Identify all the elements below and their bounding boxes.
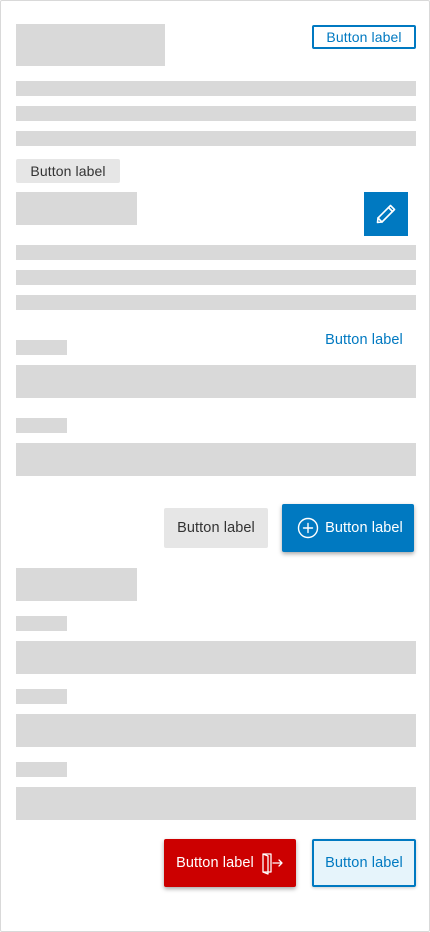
edit-button[interactable]: [364, 192, 408, 236]
field-label-placeholder: [16, 689, 67, 704]
screen-frame: Button label Button label Button label B…: [0, 0, 430, 932]
exit-button-label: Button label: [176, 855, 254, 871]
input-field-placeholder[interactable]: [16, 365, 416, 398]
outline-button[interactable]: Button label: [312, 839, 416, 887]
pencil-icon: [374, 202, 398, 226]
input-field-placeholder[interactable]: [16, 787, 416, 820]
outline-button-label: Button label: [325, 855, 403, 871]
text-line-placeholder: [16, 106, 416, 121]
field-label-placeholder: [16, 762, 67, 777]
text-line-placeholder: [16, 270, 416, 285]
chip-button-label: Button label: [30, 163, 106, 179]
header-action-label: Button label: [326, 29, 402, 45]
link-button-label: Button label: [325, 332, 403, 348]
chip-button[interactable]: Button label: [16, 159, 120, 183]
secondary-button[interactable]: Button label: [164, 508, 268, 548]
exit-button[interactable]: Button label: [164, 839, 296, 887]
title-placeholder: [16, 24, 165, 66]
plus-circle-icon: [297, 517, 319, 539]
text-line-placeholder: [16, 131, 416, 146]
header-action-button[interactable]: Button label: [312, 25, 416, 49]
input-field-placeholder[interactable]: [16, 641, 416, 674]
add-button-label: Button label: [325, 520, 403, 536]
add-button[interactable]: Button label: [282, 504, 414, 552]
exit-door-icon: [260, 851, 284, 875]
field-label-placeholder: [16, 616, 67, 631]
subtitle-placeholder: [16, 192, 137, 225]
input-field-placeholder[interactable]: [16, 714, 416, 747]
secondary-button-label: Button label: [177, 520, 255, 536]
link-button[interactable]: Button label: [313, 327, 415, 353]
field-label-placeholder: [16, 340, 67, 355]
input-field-placeholder[interactable]: [16, 443, 416, 476]
text-line-placeholder: [16, 245, 416, 260]
field-label-placeholder: [16, 418, 67, 433]
text-line-placeholder: [16, 81, 416, 96]
section-title-placeholder: [16, 568, 137, 601]
text-line-placeholder: [16, 295, 416, 310]
